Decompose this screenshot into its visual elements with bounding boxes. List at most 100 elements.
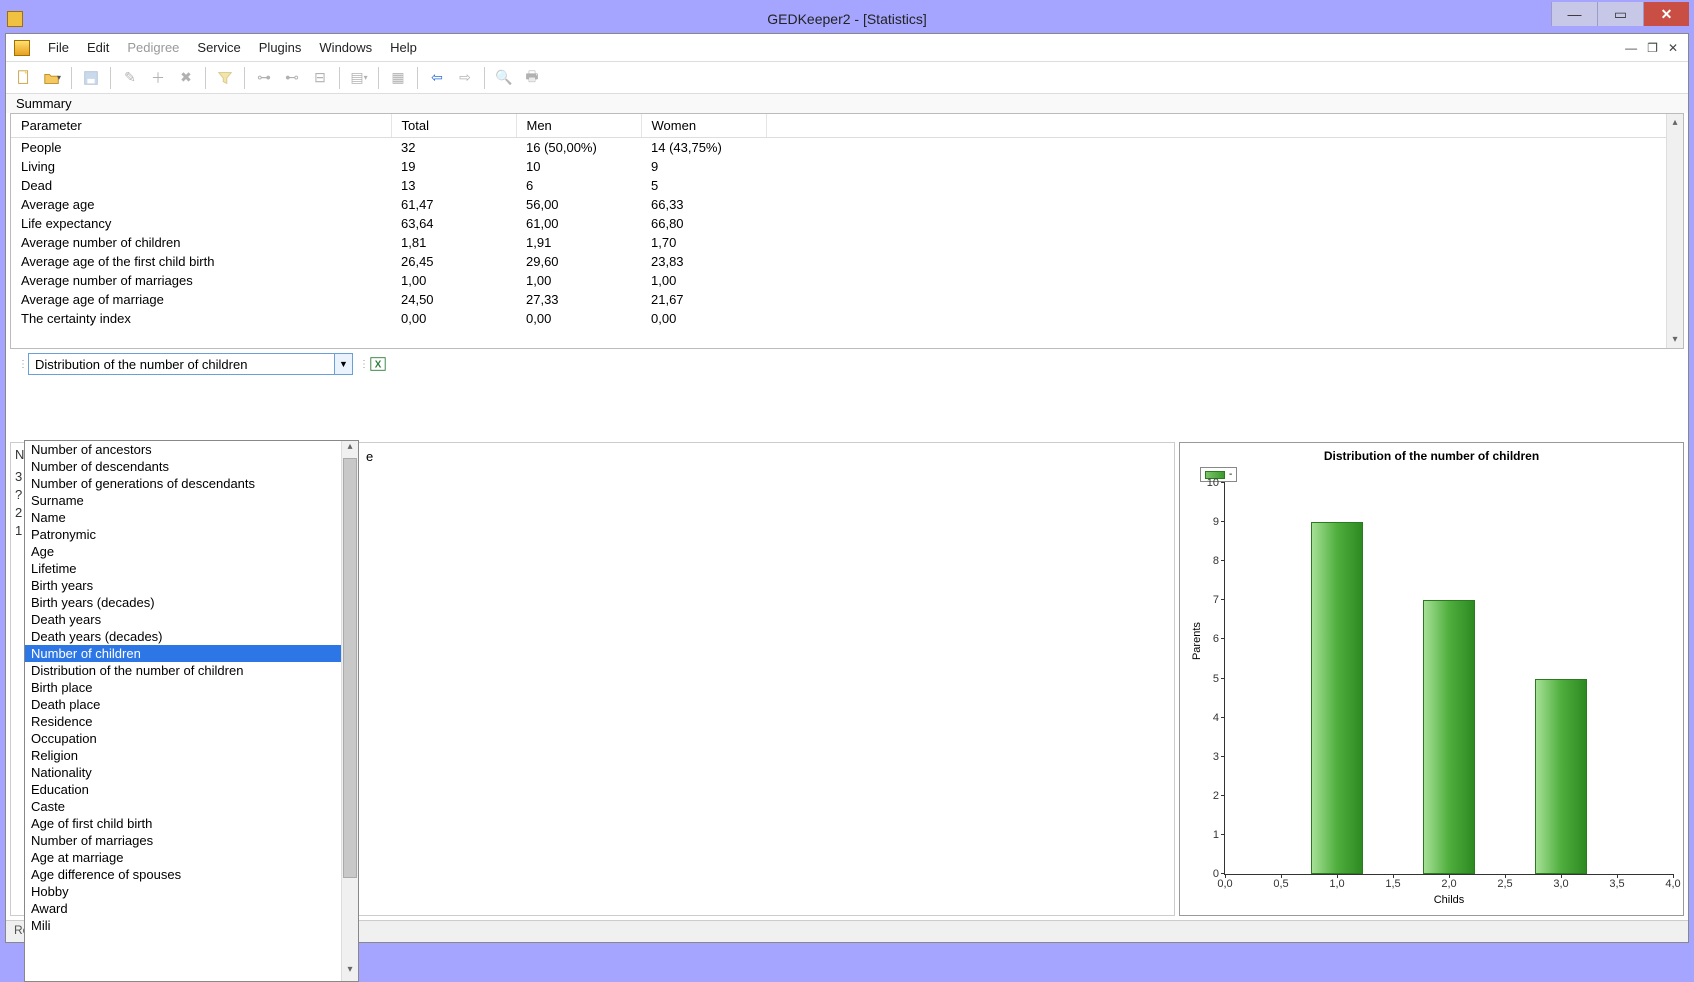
combo-dropdown-button[interactable]: ▼ <box>334 354 352 374</box>
dropdown-option[interactable]: Age difference of spouses <box>25 866 341 883</box>
menu-file[interactable]: File <box>48 40 69 55</box>
y-axis-label: Parents <box>1191 622 1203 660</box>
nav-forward-icon[interactable]: ⇨ <box>453 66 477 90</box>
table-cell: 21,67 <box>641 290 766 309</box>
save-icon[interactable] <box>79 66 103 90</box>
table-row[interactable]: Living19109 <box>11 157 1683 176</box>
scroll-down-icon[interactable]: ▾ <box>342 964 358 981</box>
new-file-icon[interactable] <box>12 66 36 90</box>
dropdown-option[interactable]: Education <box>25 781 341 798</box>
col-men[interactable]: Men <box>516 114 641 138</box>
dropdown-option[interactable]: Number of marriages <box>25 832 341 849</box>
edit-record-icon[interactable]: ✎ <box>118 66 142 90</box>
chart-panel: Distribution of the number of children -… <box>1179 442 1684 916</box>
dropdown-option[interactable]: Award <box>25 900 341 917</box>
dropdown-option[interactable]: Name <box>25 509 341 526</box>
table-cell: The certainty index <box>11 309 391 328</box>
dropdown-option[interactable]: Distribution of the number of children <box>25 662 341 679</box>
dropdown-option[interactable]: Death years <box>25 611 341 628</box>
dropdown-option[interactable]: Age at marriage <box>25 849 341 866</box>
dropdown-option[interactable]: Age <box>25 543 341 560</box>
dropdown-option[interactable]: Mili <box>25 917 341 934</box>
dropdown-option[interactable]: Residence <box>25 713 341 730</box>
menu-pedigree[interactable]: Pedigree <box>127 40 179 55</box>
nav-back-icon[interactable]: ⇦ <box>425 66 449 90</box>
stats-icon[interactable]: ▦ <box>386 66 410 90</box>
table-header-row: Parameter Total Men Women <box>11 114 1683 138</box>
dropdown-scrollbar[interactable]: ▴ ▾ <box>341 441 358 981</box>
dropdown-option[interactable]: Death years (decades) <box>25 628 341 645</box>
combo-row: ⋮ Distribution of the number of children… <box>6 351 1688 377</box>
table-row[interactable]: Average number of children1,811,911,70 <box>11 233 1683 252</box>
col-parameter[interactable]: Parameter <box>11 114 391 138</box>
filter-icon[interactable] <box>213 66 237 90</box>
scroll-up-icon[interactable]: ▴ <box>1667 114 1683 131</box>
stat-type-combo[interactable]: Distribution of the number of children ▼ <box>28 353 353 375</box>
scroll-down-icon[interactable]: ▾ <box>1667 331 1683 348</box>
menu-service[interactable]: Service <box>197 40 240 55</box>
dropdown-option[interactable]: Patronymic <box>25 526 341 543</box>
dropdown-option[interactable]: Number of children <box>25 645 341 662</box>
table-row[interactable]: Average number of marriages1,001,001,00 <box>11 271 1683 290</box>
dropdown-option[interactable]: Occupation <box>25 730 341 747</box>
table-row[interactable]: Average age of marriage24,5027,3321,67 <box>11 290 1683 309</box>
dropdown-option[interactable]: Caste <box>25 798 341 815</box>
grip-icon-2: ⋮ <box>359 359 363 370</box>
close-button[interactable]: ✕ <box>1643 2 1689 26</box>
open-file-icon[interactable]: ▾ <box>40 66 64 90</box>
table-cell: Living <box>11 157 391 176</box>
table-row[interactable]: The certainty index0,000,000,00 <box>11 309 1683 328</box>
dropdown-option[interactable]: Number of ancestors <box>25 441 341 458</box>
tree-ancestors-icon[interactable]: ⊶ <box>252 66 276 90</box>
tree-both-icon[interactable]: ⊟ <box>308 66 332 90</box>
col-women[interactable]: Women <box>641 114 766 138</box>
table-cell: 13 <box>391 176 516 195</box>
table-row[interactable]: Dead1365 <box>11 176 1683 195</box>
dropdown-option[interactable]: Number of descendants <box>25 458 341 475</box>
menu-edit[interactable]: Edit <box>87 40 109 55</box>
dropdown-option[interactable]: Nationality <box>25 764 341 781</box>
scroll-up-icon[interactable]: ▴ <box>342 441 358 458</box>
table-cell: 63,64 <box>391 214 516 233</box>
dropdown-option[interactable]: Age of first child birth <box>25 815 341 832</box>
dropdown-option[interactable]: Birth years <box>25 577 341 594</box>
print-preview-icon[interactable]: 🔍 <box>492 66 516 90</box>
dropdown-option[interactable]: Death place <box>25 696 341 713</box>
table-row[interactable]: Life expectancy63,6461,0066,80 <box>11 214 1683 233</box>
mdi-restore-button[interactable]: ❐ <box>1647 41 1658 55</box>
dropdown-option[interactable]: Birth place <box>25 679 341 696</box>
menu-help[interactable]: Help <box>390 40 417 55</box>
export-excel-icon[interactable]: X <box>369 355 387 373</box>
mdi-child-icon[interactable] <box>14 40 30 56</box>
scroll-thumb[interactable] <box>343 458 357 878</box>
table-cell: 61,00 <box>516 214 641 233</box>
table-row[interactable]: Average age of the first child birth26,4… <box>11 252 1683 271</box>
dropdown-option[interactable]: Religion <box>25 747 341 764</box>
y-tick-label: 4 <box>1213 712 1225 724</box>
dropdown-option[interactable]: Hobby <box>25 883 341 900</box>
table-row[interactable]: People3216 (50,00%)14 (43,75%) <box>11 138 1683 158</box>
minimize-button[interactable]: — <box>1551 2 1597 26</box>
dropdown-option[interactable]: Number of generations of descendants <box>25 475 341 492</box>
delete-record-icon[interactable]: ✖ <box>174 66 198 90</box>
table-cell: 1,70 <box>641 233 766 252</box>
tree-descendants-icon[interactable]: ⊷ <box>280 66 304 90</box>
toolbar: ▾ ✎ ＋ ✖ ⊶ ⊷ ⊟ ▤▾ ▦ ⇦ ⇨ 🔍 🖶 <box>6 62 1688 94</box>
col-total[interactable]: Total <box>391 114 516 138</box>
stats-scrollbar[interactable]: ▴ ▾ <box>1666 114 1683 348</box>
menu-plugins[interactable]: Plugins <box>259 40 302 55</box>
chart-bar <box>1535 679 1587 875</box>
dropdown-option[interactable]: Surname <box>25 492 341 509</box>
table-row[interactable]: Average age61,4756,0066,33 <box>11 195 1683 214</box>
combo-dropdown-list[interactable]: Number of ancestorsNumber of descendants… <box>24 440 359 982</box>
mdi-child-controls: — ❐ ✕ <box>1625 41 1688 55</box>
mdi-close-button[interactable]: ✕ <box>1668 41 1678 55</box>
print-icon[interactable]: 🖶 <box>520 66 544 90</box>
pedigree-icon[interactable]: ▤▾ <box>347 66 371 90</box>
add-record-icon[interactable]: ＋ <box>146 66 170 90</box>
dropdown-option[interactable]: Birth years (decades) <box>25 594 341 611</box>
maximize-button[interactable]: ▭ <box>1597 2 1643 26</box>
menu-windows[interactable]: Windows <box>319 40 372 55</box>
mdi-minimize-button[interactable]: — <box>1625 41 1637 55</box>
dropdown-option[interactable]: Lifetime <box>25 560 341 577</box>
